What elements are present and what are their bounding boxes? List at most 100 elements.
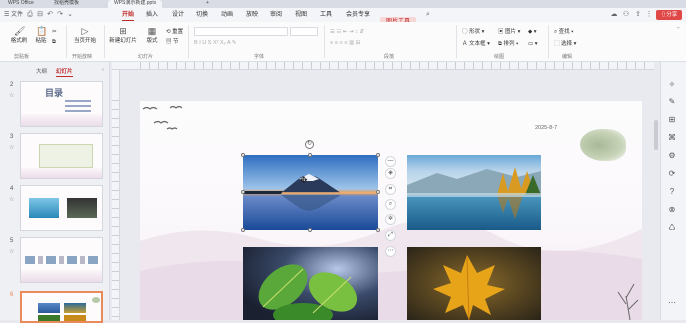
menu-home[interactable]: 开始 (122, 10, 135, 21)
select-button[interactable]: ⬚ 选择 ▾ (554, 40, 576, 48)
resize-handle-sw[interactable] (241, 228, 245, 232)
share-panel-icon[interactable]: ♺ (667, 223, 677, 233)
play-from-current-button[interactable]: ▷ 当页开始 (70, 26, 100, 44)
ai-image-icon[interactable]: ✲ (385, 214, 396, 225)
picture-button[interactable]: ▣ 图片 ▾ (498, 28, 520, 36)
lock-icon[interactable]: ⊗ (667, 205, 677, 215)
tab-outline[interactable]: 大纲 (36, 67, 47, 75)
menu-insert[interactable]: 插入 (146, 10, 158, 20)
tab-template[interactable]: 找稻壳模板 (48, 0, 85, 8)
menu-animation[interactable]: 动画 (221, 10, 233, 20)
section-button[interactable]: ▤ 节 (166, 38, 179, 46)
slide-thumb-3[interactable] (20, 133, 103, 179)
arrange-button[interactable]: ⧉ 排列 ▾ (498, 40, 518, 48)
photo-green-leaves[interactable] (243, 247, 378, 320)
collab-icon[interactable]: ⚇ (622, 11, 630, 19)
rotate-handle-icon[interactable]: ↻ (305, 140, 314, 149)
reset-button[interactable]: ⟲ 重置 (166, 28, 183, 36)
slide-thumb-2[interactable]: 目录 (20, 81, 103, 127)
slide-canvas[interactable]: 2025-8-7 (140, 101, 642, 320)
menu-design[interactable]: 设计 (172, 10, 184, 20)
vertical-scrollbar[interactable] (654, 120, 658, 150)
menu-review[interactable]: 审阅 (270, 10, 282, 20)
menu-bar: ☰ 文件 ⎙ ⊟ ↶ ↷ ⌄ 开始 插入 设计 切换 动画 放映 审阅 视图 工… (0, 8, 686, 28)
crop-icon[interactable]: ⌗ (385, 184, 396, 195)
layer-icon[interactable]: ◈ (385, 168, 396, 179)
shape-button[interactable]: ◯ 形状 ▾ (462, 28, 484, 36)
template-icon[interactable]: ⊞ (667, 115, 677, 125)
new-tab-button[interactable]: + (200, 0, 215, 8)
format-painter-button[interactable]: 🖌 格式刷 (8, 26, 30, 44)
photo-autumn-lake[interactable] (407, 155, 541, 230)
search-icon[interactable]: ⌕ (424, 11, 432, 19)
menu-tools[interactable]: 工具 (320, 10, 332, 20)
more-tools-icon[interactable]: ⋯ (667, 298, 677, 308)
backup-icon[interactable]: ⟳ (667, 169, 677, 179)
paste-button[interactable]: 📋 粘贴 (32, 26, 50, 44)
menu-member[interactable]: 会员专享 (346, 10, 370, 20)
resize-handle-e[interactable] (376, 190, 380, 194)
print-icon[interactable]: ⊟ (36, 11, 44, 19)
clipboard-group-label: 剪贴板 (14, 54, 30, 60)
slide-number: 2 (10, 82, 14, 88)
font-format-row[interactable]: B I U S X² X₂ A ✎ (194, 39, 237, 47)
help-icon[interactable]: ? (667, 187, 677, 197)
undo-icon[interactable]: ↶ (46, 11, 54, 19)
save-icon[interactable]: ⎙ (26, 11, 34, 19)
outline-color-button[interactable]: ▭ ▾ (528, 40, 538, 48)
more-icon[interactable]: ⌄ (66, 11, 74, 19)
resize-handle-nw[interactable] (241, 153, 245, 157)
menu-file[interactable]: ☰ 文件 (4, 10, 23, 20)
collapse-panel-icon[interactable]: ‹ (102, 66, 104, 74)
zoom-icon[interactable]: ⌕ (385, 199, 396, 210)
resize-handle-n[interactable] (308, 153, 312, 157)
new-slide-button[interactable]: ⊞ 新建幻灯片 (106, 26, 140, 44)
tab-document[interactable]: WPS演示新建.pptx (108, 0, 163, 8)
cut-icon[interactable]: ✂ (52, 28, 57, 36)
slide-thumb-5[interactable] (20, 237, 103, 283)
font-name-dropdown[interactable] (194, 27, 288, 36)
slide-date[interactable]: 2025-8-7 (535, 125, 557, 131)
design-icon[interactable]: ✧ (667, 80, 677, 90)
resize-handle-w[interactable] (241, 190, 245, 194)
resize-handle-se[interactable] (376, 228, 380, 232)
more-options-icon[interactable]: ⋯ (385, 246, 396, 257)
fullscreen-icon[interactable]: ⤢ (385, 230, 396, 241)
slide-thumb-6[interactable] (20, 291, 103, 323)
textbox-button[interactable]: Ａ 文本框 ▾ (462, 40, 490, 48)
format-icon[interactable]: ⌘ (667, 133, 677, 143)
find-button[interactable]: ⌕ 查找 ▾ (554, 28, 573, 36)
ribbon-separator (324, 25, 325, 58)
menu-transition[interactable]: 切换 (196, 10, 208, 20)
fill-color-button[interactable]: ◆ ▾ (528, 28, 537, 36)
photo-mountain-lake[interactable] (243, 155, 378, 230)
resize-handle-s[interactable] (308, 228, 312, 232)
menu-more-icon[interactable]: ⋮ (645, 11, 653, 19)
star-icon: ☆ (9, 249, 15, 255)
cloud-icon[interactable]: ☁ (610, 11, 618, 19)
birds-decoration (142, 105, 183, 130)
collapse-ribbon-icon[interactable]: ⌃ (676, 26, 681, 34)
layout-button[interactable]: ▦ 版式 (142, 26, 162, 44)
thumb-bg (21, 270, 102, 282)
animation-icon[interactable]: ✎ (667, 97, 677, 107)
tab-wps-office[interactable]: WPS Office (2, 0, 40, 8)
slide-thumb-4[interactable] (20, 185, 103, 231)
menu-slideshow[interactable]: 放映 (246, 10, 258, 20)
photo-maple-leaf[interactable] (407, 247, 541, 320)
tab-slides[interactable]: 幻灯片 (56, 67, 73, 77)
redo-icon[interactable]: ↷ (56, 11, 64, 19)
property-icon[interactable]: ⚙ (667, 151, 677, 161)
collapse-tools-icon[interactable]: — (385, 156, 396, 167)
align-buttons[interactable]: ≡ ≡ ≡ ≡ ▥ ⊟ (330, 39, 360, 47)
menu-view[interactable]: 视图 (295, 10, 307, 20)
list-buttons[interactable]: ☰ ☷ ⇤ ⇥ ↕ ⇵ (330, 28, 364, 36)
share-button[interactable]: ⇧分享 (656, 10, 682, 20)
export-icon[interactable]: ⇪ (634, 11, 642, 19)
font-size-dropdown[interactable] (290, 27, 318, 36)
star-icon: ☆ (9, 93, 15, 99)
thumb-title: 目录 (45, 88, 64, 98)
thumb-diagram (39, 144, 93, 168)
copy-icon[interactable]: ⧉ (52, 38, 56, 46)
resize-handle-ne[interactable] (376, 153, 380, 157)
